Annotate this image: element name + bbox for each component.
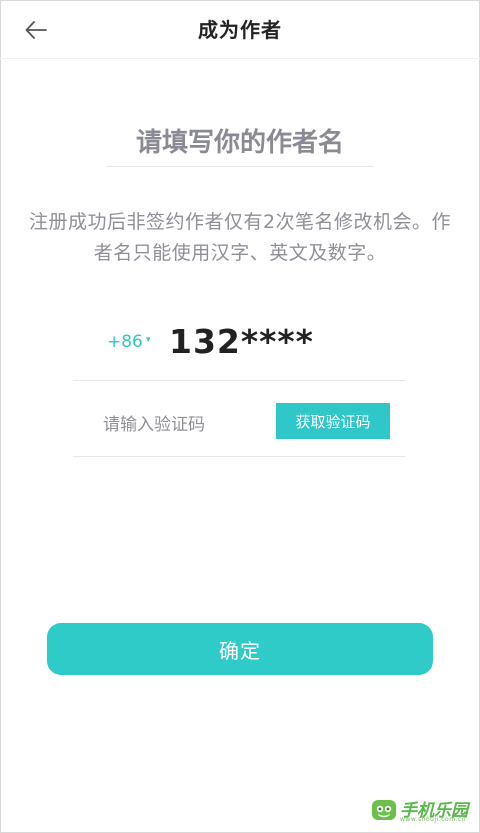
- confirm-button[interactable]: 确定: [47, 623, 433, 675]
- author-name-input[interactable]: [107, 120, 373, 167]
- caret-down-icon: ▾: [146, 335, 151, 345]
- watermark-url: www.shouji.com.cn: [400, 816, 467, 823]
- phone-number: 132****: [169, 322, 314, 361]
- top-bar: 成为作者: [0, 0, 480, 59]
- phone-row: +86 ▾ 132****: [73, 314, 406, 381]
- rename-notice: 注册成功后非签约作者仅有2次笔名修改机会。作者名只能使用汉字、英文及数字。: [28, 211, 452, 264]
- verification-row: 获取验证码: [73, 394, 406, 457]
- watermark-logo-icon: [372, 800, 396, 820]
- country-code-selector[interactable]: +86: [107, 332, 143, 352]
- verification-code-input[interactable]: [103, 408, 263, 442]
- watermark: 手机乐园 www.shouji.com.cn: [370, 794, 475, 828]
- get-code-button[interactable]: 获取验证码: [276, 403, 390, 439]
- page-title: 成为作者: [198, 18, 282, 42]
